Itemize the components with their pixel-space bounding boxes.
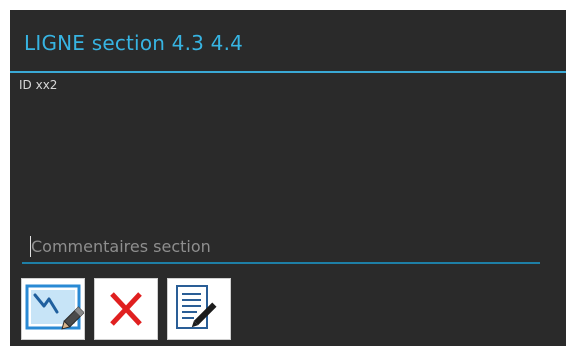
- section-dialog: LIGNE section 4.3 4.4 ID xx2 Commentaire…: [10, 10, 566, 346]
- close-icon: [110, 292, 142, 326]
- cancel-button[interactable]: [94, 278, 158, 340]
- comment-underline: [22, 262, 540, 264]
- edit-notes-button[interactable]: [167, 278, 231, 340]
- document-edit-icon: [176, 285, 217, 329]
- comment-placeholder: Commentaires section: [31, 237, 211, 256]
- draw-button[interactable]: [21, 278, 85, 340]
- comment-field[interactable]: Commentaires section: [22, 232, 540, 264]
- dialog-title: LIGNE section 4.3 4.4: [24, 31, 244, 55]
- id-label: ID xx2: [19, 78, 58, 92]
- pen-drawing-icon: [25, 284, 84, 330]
- title-divider: [10, 71, 566, 73]
